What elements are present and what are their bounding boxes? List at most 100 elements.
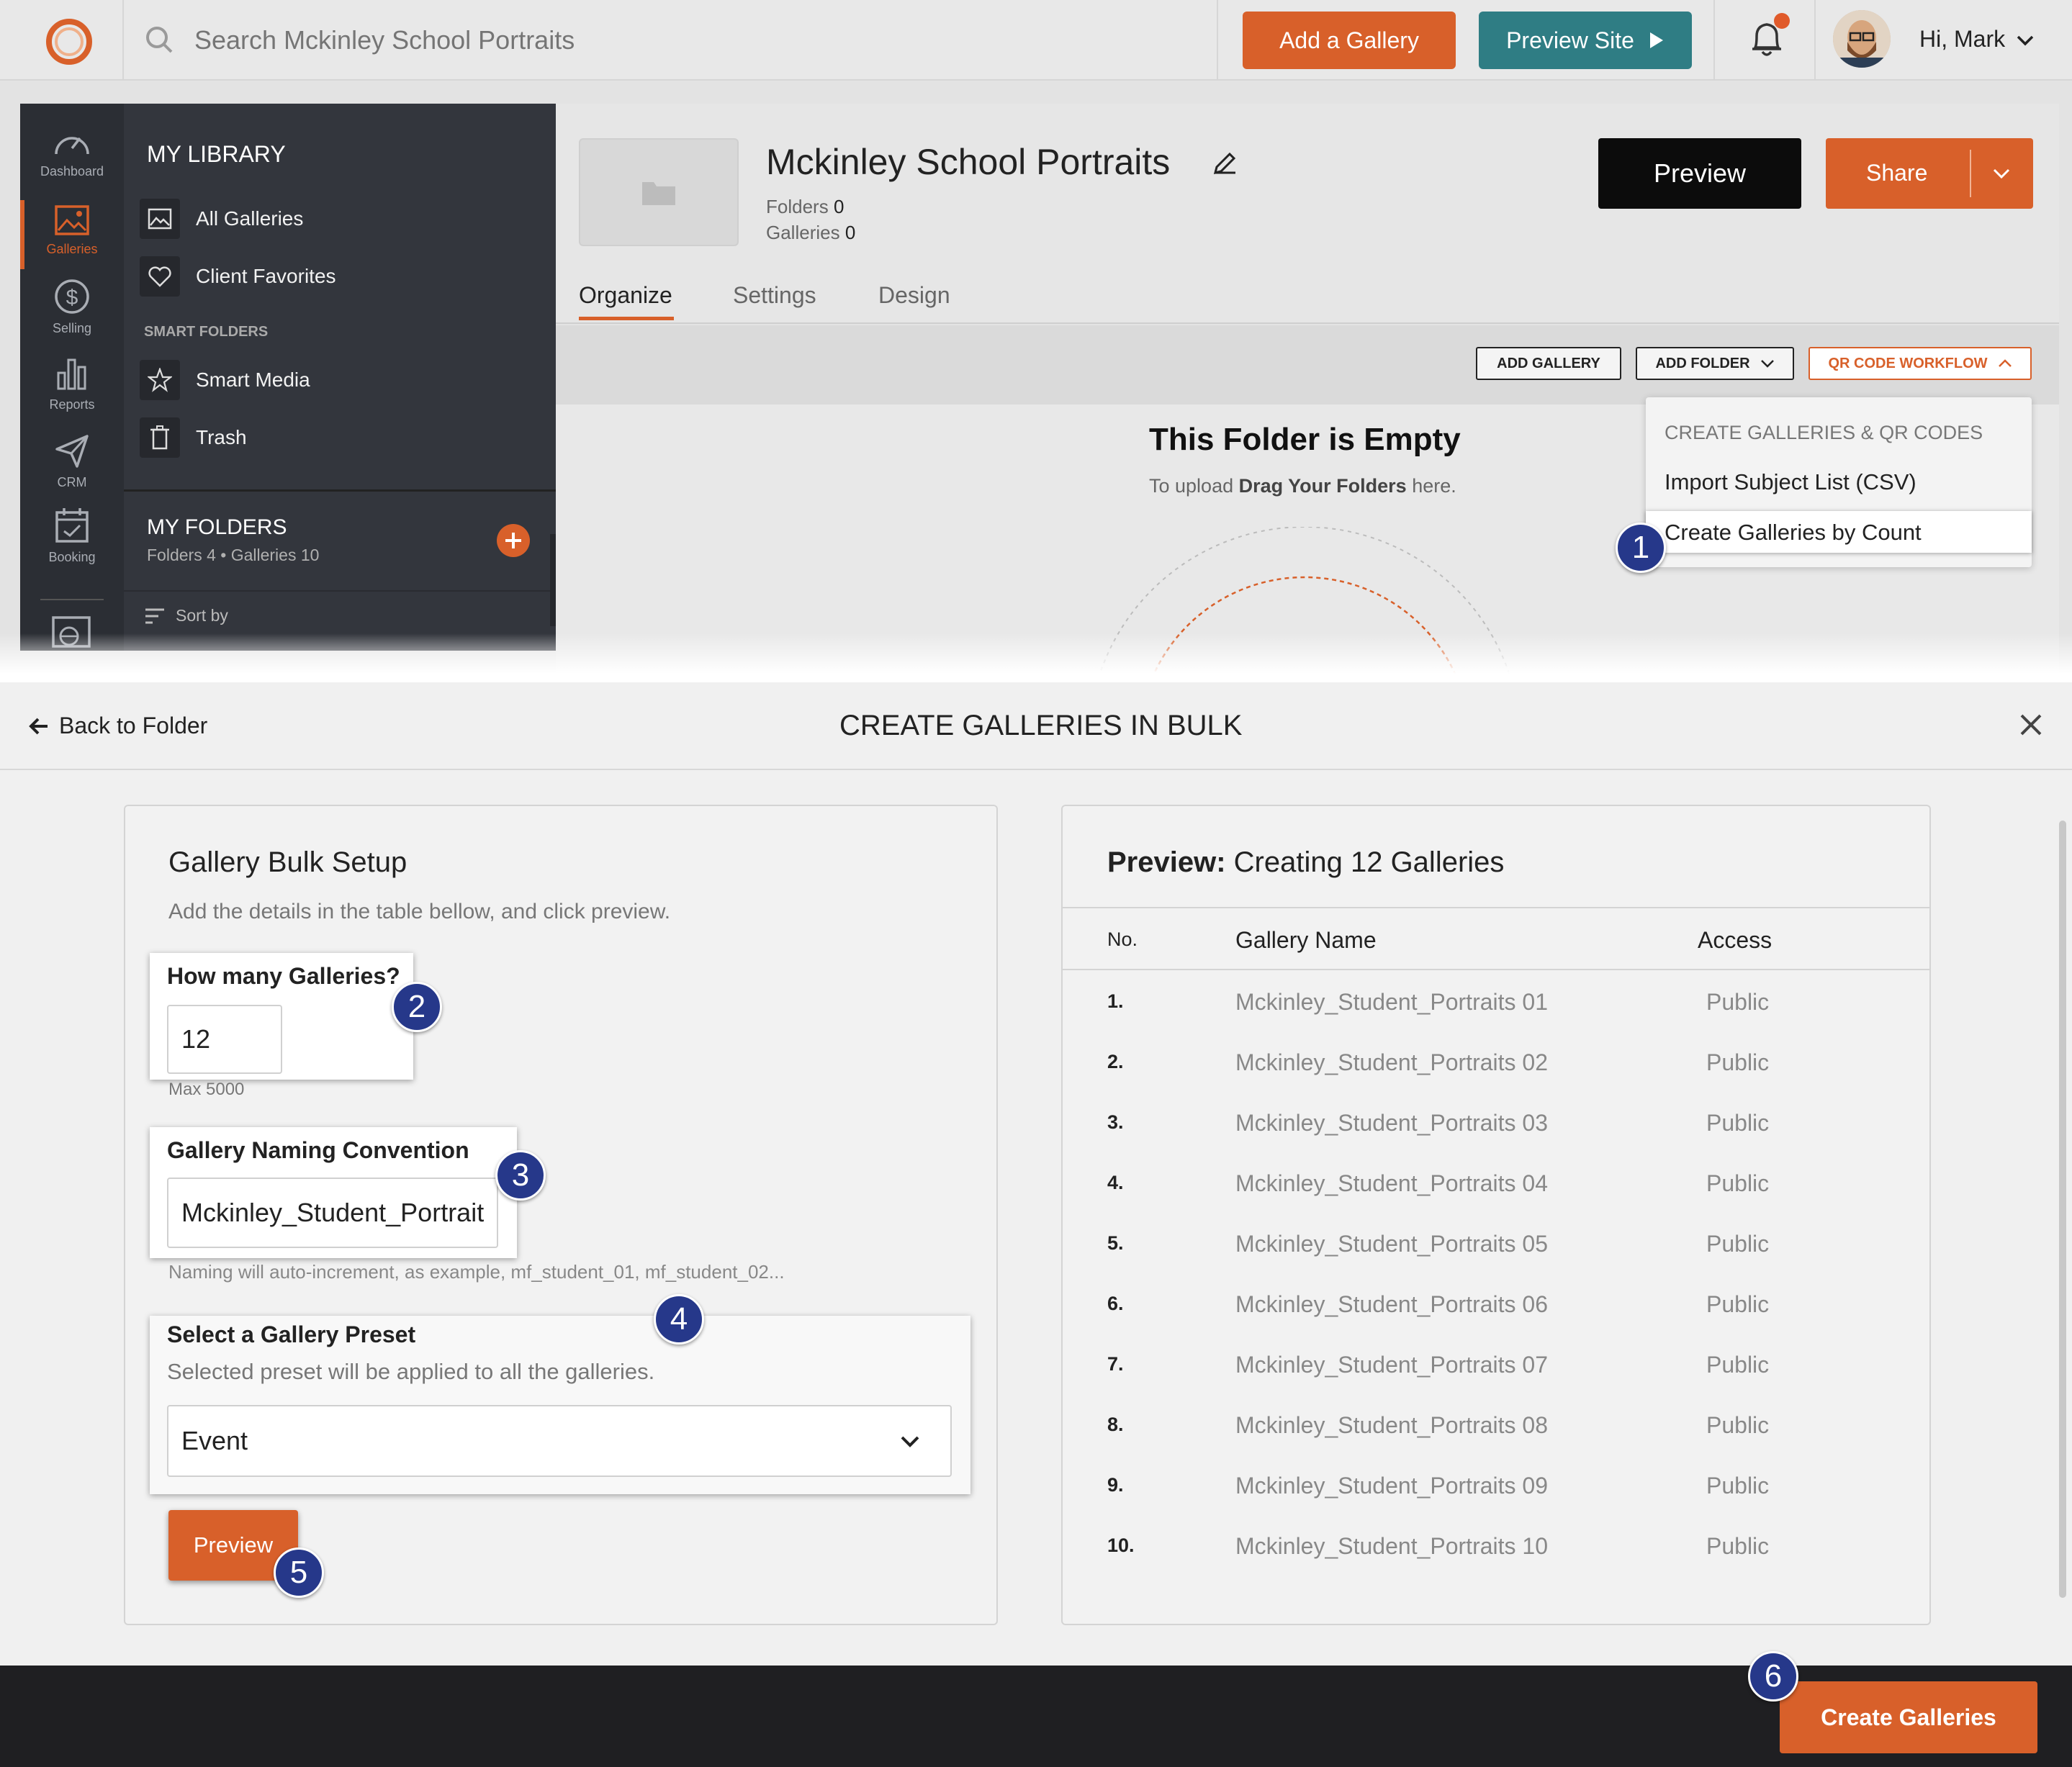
sort-by-label[interactable]: Sort by — [176, 606, 228, 625]
dropdown-header: CREATE GALLERIES & QR CODES — [1665, 422, 1983, 443]
library-panel: MY LIBRARY All Galleries Client Favorite… — [124, 104, 556, 651]
rail-booking[interactable]: Booking — [20, 507, 124, 565]
preview-site-label: Preview Site — [1506, 27, 1634, 53]
add-folder-button[interactable]: ADD FOLDER — [1636, 347, 1794, 380]
tab-design[interactable]: Design — [878, 282, 950, 309]
sort-icon — [145, 608, 164, 624]
tab-settings[interactable]: Settings — [733, 282, 816, 309]
rail-reports[interactable]: Reports — [20, 356, 124, 412]
galleries-count-value: 0 — [844, 222, 856, 243]
edit-pencil-icon[interactable] — [1212, 148, 1238, 174]
top-bar: Add a Gallery Preview Site Hi, Mark — [0, 0, 2072, 81]
setup-subtitle: Add the details in the table bellow, and… — [168, 900, 671, 923]
share-label: Share — [1866, 160, 1928, 186]
bell-icon[interactable] — [1748, 13, 1790, 64]
chevron-up-icon — [1998, 359, 2012, 367]
rail-divider — [40, 599, 104, 600]
greeting[interactable]: Hi, Mark — [1919, 26, 2005, 53]
galleries-count: Galleries 0 — [766, 222, 855, 244]
avatar[interactable] — [1833, 10, 1891, 68]
folder-preview-label: Preview — [1653, 158, 1747, 188]
share-button[interactable]: Share — [1826, 138, 2033, 209]
rail-dashboard[interactable]: Dashboard — [20, 127, 124, 179]
folders-count-value: 0 — [833, 196, 844, 217]
library-divider-2 — [124, 590, 556, 592]
modal-scrollbar[interactable] — [2059, 821, 2066, 1598]
dollar-icon: $ — [55, 279, 89, 314]
row-number: 2. — [1107, 1051, 1124, 1072]
trash-item[interactable]: Trash — [140, 416, 247, 459]
folder-preview-button[interactable]: Preview — [1598, 138, 1801, 209]
gallery-count-input[interactable]: 12 — [167, 1005, 282, 1074]
step-badge-3: 3 — [495, 1150, 546, 1201]
add-gallery-label: Add a Gallery — [1279, 27, 1419, 53]
preview-site-button[interactable]: Preview Site — [1479, 12, 1692, 69]
rail-galleries[interactable]: Galleries — [20, 204, 124, 257]
col-header-no: No. — [1107, 928, 1138, 950]
folder-icon — [642, 182, 675, 205]
row-gallery-name: Mckinley_Student_Portraits 04 — [1235, 1170, 1548, 1196]
step-badge-4: 4 — [654, 1294, 704, 1345]
rail-selling[interactable]: $ Selling — [20, 278, 124, 336]
icon-rail: Dashboard Galleries $ Selling Reports CR… — [20, 104, 124, 651]
row-number: 3. — [1107, 1111, 1124, 1133]
trash-label: Trash — [196, 426, 247, 448]
row-access: Public — [1706, 1291, 1770, 1317]
logo-icon[interactable] — [45, 17, 94, 66]
all-galleries-item[interactable]: All Galleries — [140, 197, 303, 240]
col-header-access: Access — [1698, 927, 1773, 953]
back-to-folder-link[interactable]: Back to Folder — [29, 713, 207, 739]
search-icon — [144, 24, 174, 58]
table-header-divider — [1063, 969, 1929, 970]
table-row: 4. Mckinley_Student_Portraits 04 Public — [1063, 1153, 1929, 1214]
table-row: 5. Mckinley_Student_Portraits 05 Public — [1063, 1214, 1929, 1274]
chevron-down-icon[interactable] — [1993, 168, 2010, 178]
add-gallery-outline-label: ADD GALLERY — [1497, 355, 1600, 371]
all-galleries-label: All Galleries — [196, 207, 304, 230]
create-galleries-button[interactable]: Create Galleries — [1780, 1681, 2037, 1753]
chevron-down-icon[interactable] — [2016, 35, 2035, 46]
row-access: Public — [1706, 989, 1770, 1015]
row-number: 7. — [1107, 1353, 1124, 1375]
gallery-preset-select[interactable]: Event — [167, 1405, 952, 1477]
add-gallery-outline-button[interactable]: ADD GALLERY — [1476, 347, 1621, 380]
add-gallery-button[interactable]: Add a Gallery — [1243, 12, 1456, 69]
search-input[interactable] — [194, 19, 1202, 62]
naming-convention-input[interactable]: Mckinley_Student_Portrait — [167, 1178, 498, 1248]
my-folders-title: MY FOLDERS — [147, 515, 287, 539]
gallery-count-field: How many Galleries? 12 — [150, 953, 413, 1080]
table-row: 1. Mckinley_Student_Portraits 01 Public — [1063, 972, 1929, 1032]
naming-convention-field: Gallery Naming Convention Mckinley_Stude… — [150, 1127, 517, 1258]
rail-crm[interactable]: CRM — [20, 433, 124, 490]
folder-title: Mckinley School Portraits — [766, 142, 1171, 182]
table-row: 6. Mckinley_Student_Portraits 06 Public — [1063, 1274, 1929, 1334]
smart-media-label: Smart Media — [196, 369, 310, 391]
tab-organize[interactable]: Organize — [579, 282, 672, 309]
empty-title: This Folder is Empty — [1149, 422, 1461, 457]
folders-count: Folders 0 — [766, 196, 844, 218]
create-by-count-item[interactable]: Create Galleries by Count — [1646, 511, 2032, 553]
folder-header: Mckinley School Portraits Folders 0 Gall… — [556, 104, 2059, 324]
import-csv-item[interactable]: Import Subject List (CSV) — [1665, 469, 1916, 495]
gallery-count-value: 12 — [181, 1024, 211, 1054]
add-folder-plus-button[interactable] — [497, 524, 530, 557]
fade-separator — [0, 633, 2072, 684]
client-favorites-item[interactable]: Client Favorites — [140, 255, 336, 298]
chevron-down-icon — [1760, 360, 1774, 368]
table-row: 2. Mckinley_Student_Portraits 02 Public — [1063, 1032, 1929, 1093]
qr-code-workflow-button[interactable]: QR CODE WORKFLOW — [1809, 347, 2032, 380]
create-galleries-label: Create Galleries — [1821, 1704, 1996, 1730]
row-gallery-name: Mckinley_Student_Portraits 02 — [1235, 1049, 1548, 1075]
preview-divider — [1063, 907, 1929, 908]
heart-icon — [148, 266, 171, 287]
rail-booking-label: Booking — [48, 550, 96, 564]
tab-organize-underline — [579, 317, 674, 320]
row-access: Public — [1706, 1412, 1770, 1438]
folders-count-label: Folders — [766, 196, 829, 217]
star-icon — [148, 368, 172, 392]
create-by-count-label: Create Galleries by Count — [1665, 520, 1922, 545]
notification-dot — [1774, 13, 1790, 29]
smart-media-item[interactable]: Smart Media — [140, 358, 310, 402]
add-folder-label: ADD FOLDER — [1655, 355, 1750, 371]
close-icon[interactable] — [2019, 713, 2043, 737]
